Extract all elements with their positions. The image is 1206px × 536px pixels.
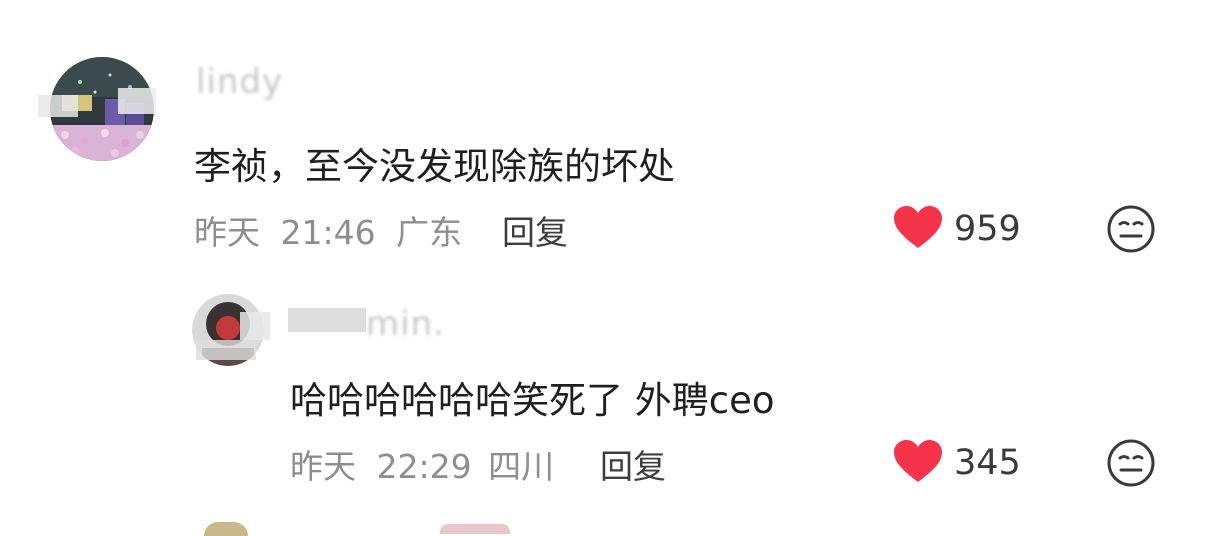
comment-time: 22:29 xyxy=(376,447,472,486)
username-mosaic xyxy=(288,308,366,332)
comment-text: 哈哈哈哈哈哈笑死了 外聘ceo xyxy=(290,379,775,422)
comment-meta: 昨天 22:29 四川 xyxy=(290,440,554,488)
comment-item: lindy 李祯，至今没发现除族的坏处 昨天 21:46 广东 回复 959 xyxy=(0,0,1206,270)
neutral-face-icon xyxy=(1106,205,1156,258)
comment-location: 四川 xyxy=(488,447,555,486)
reply-button[interactable]: 回复 xyxy=(502,206,568,254)
comment-time: 21:46 xyxy=(280,213,376,252)
reply-button[interactable]: 回复 xyxy=(600,440,666,488)
comment-date: 昨天 xyxy=(194,213,260,252)
username[interactable]: lindy xyxy=(196,62,283,102)
reaction-button[interactable] xyxy=(1106,204,1156,258)
avatar-mosaic xyxy=(196,340,256,360)
neutral-face-icon xyxy=(1106,439,1156,492)
reply-comment-item: min. 哈哈哈哈哈哈笑死了 外聘ceo 昨天 22:29 四川 回复 345 xyxy=(0,270,1206,500)
avatar-mosaic xyxy=(240,312,270,340)
heart-icon xyxy=(892,204,944,254)
heart-icon xyxy=(892,438,944,488)
comment-meta: 昨天 21:46 广东 xyxy=(194,206,462,254)
username[interactable]: min. xyxy=(366,304,445,344)
next-avatar-partial xyxy=(204,522,248,536)
reaction-button[interactable] xyxy=(1106,438,1156,492)
avatar-mosaic xyxy=(118,88,156,114)
like-count: 959 xyxy=(954,209,1021,249)
like-button[interactable]: 345 xyxy=(892,438,1021,488)
next-item-partial xyxy=(440,524,510,534)
avatar-mosaic xyxy=(38,95,78,117)
like-count: 345 xyxy=(954,443,1021,483)
like-button[interactable]: 959 xyxy=(892,204,1021,254)
comment-text: 李祯，至今没发现除族的坏处 xyxy=(194,145,675,188)
comment-date: 昨天 xyxy=(290,447,356,486)
comment-location: 广东 xyxy=(396,213,463,252)
